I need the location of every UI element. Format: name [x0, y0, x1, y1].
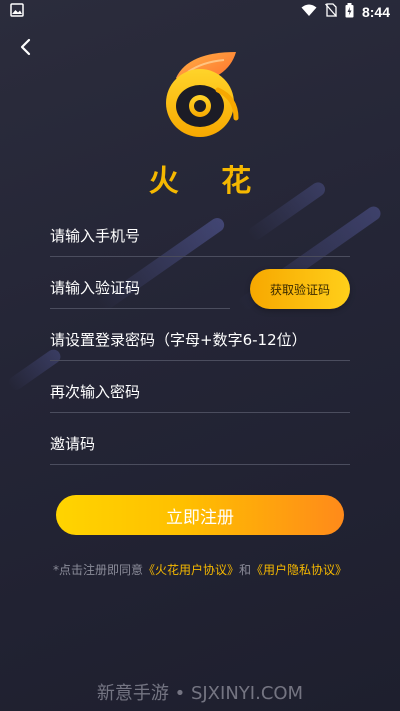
agreement-prefix: *点击注册即同意: [52, 563, 143, 577]
password-input[interactable]: [50, 331, 350, 349]
flame-eye-logo: [166, 52, 239, 137]
user-agreement-link[interactable]: 《火花用户协议》: [143, 563, 239, 577]
phone-field[interactable]: [50, 216, 350, 257]
status-bar: 8:44: [0, 0, 400, 24]
get-code-button[interactable]: 获取验证码: [250, 269, 350, 309]
back-arrow-icon: [18, 38, 32, 60]
image-icon: [10, 3, 24, 21]
invite-code-input[interactable]: [50, 435, 350, 453]
confirm-password-field[interactable]: [50, 372, 350, 413]
watermark: 新意手游 • SJXINYI.COM: [96, 683, 304, 704]
invite-code-field[interactable]: [50, 424, 350, 465]
back-button[interactable]: [10, 36, 40, 62]
code-field[interactable]: [50, 268, 230, 309]
agreement-text: *点击注册即同意《火花用户协议》和《用户隐私协议》: [0, 561, 400, 578]
privacy-agreement-link[interactable]: 《用户隐私协议》: [251, 563, 347, 577]
wifi-icon: [301, 4, 317, 21]
password-field[interactable]: [50, 320, 350, 361]
app-name: 火 花: [148, 164, 268, 199]
no-sim-icon: [324, 3, 337, 21]
battery-icon: [345, 2, 354, 22]
phone-input[interactable]: [50, 227, 350, 245]
status-time: 8:44: [361, 4, 390, 20]
confirm-password-input[interactable]: [50, 383, 350, 401]
code-input[interactable]: [50, 279, 230, 297]
app-logo: [158, 48, 242, 140]
register-button[interactable]: 立即注册: [56, 495, 344, 535]
agreement-and: 和: [239, 563, 252, 577]
